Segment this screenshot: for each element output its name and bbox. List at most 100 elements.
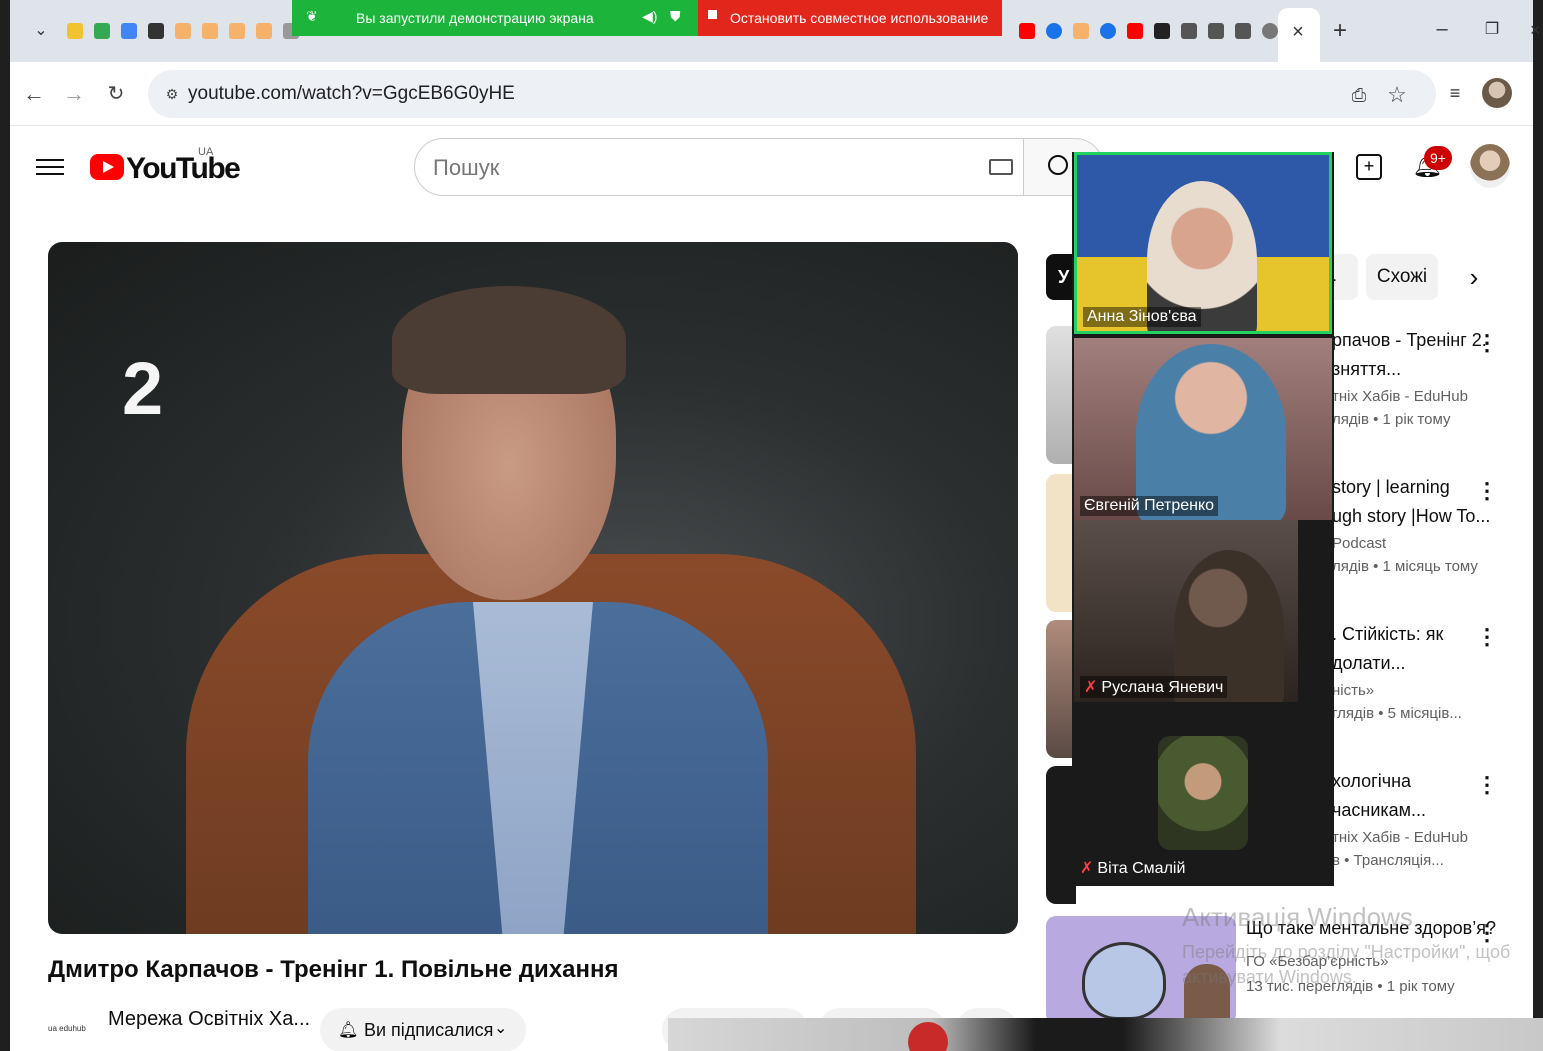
stop-sharing-button[interactable]: Остановить совместное использование — [698, 0, 1002, 36]
mic-muted-icon: ✗ — [1080, 860, 1094, 877]
participant-video — [1136, 344, 1286, 520]
rec-meta: глядів • 5 місяців... — [1332, 705, 1462, 722]
brain-cartoon — [1082, 942, 1166, 1020]
rec-title: зняття... — [1332, 359, 1402, 379]
hamburger-menu-icon[interactable] — [36, 154, 64, 180]
site-settings-icon[interactable]: ⚙ — [160, 82, 184, 106]
participant-name: Віта Смалій — [1097, 860, 1186, 877]
more-vert-icon[interactable]: ⋮ — [1476, 772, 1498, 798]
tab-favicon[interactable] — [62, 18, 88, 44]
tab-favicon[interactable] — [1095, 18, 1121, 44]
search-placeholder: Пошук — [433, 155, 500, 180]
rec-item[interactable]: story | learning ugh story |How To... Po… — [1332, 473, 1492, 575]
profile-avatar[interactable] — [1482, 78, 1512, 108]
participant-tile[interactable]: Анна Зінов'єва — [1074, 152, 1332, 334]
close-window-icon[interactable]: × — [1530, 18, 1543, 42]
rec-title: story | learning — [1332, 477, 1450, 497]
pinned-tabs-right — [1014, 18, 1283, 44]
video-overlay-number: 2 — [122, 347, 164, 430]
rec-item[interactable]: . Стійкість: як долати... ність» глядів … — [1332, 620, 1492, 722]
rec-title: . Стійкість: як — [1332, 624, 1444, 644]
bank-icon[interactable] — [1176, 18, 1202, 44]
tab-favicon[interactable] — [116, 18, 142, 44]
tab-favicon[interactable] — [1041, 18, 1067, 44]
youtube-play-icon — [90, 154, 124, 180]
tab-favicon[interactable] — [224, 18, 250, 44]
rec-meta: в • Трансляція... — [1332, 852, 1444, 869]
tab-close-icon[interactable]: × — [1284, 18, 1312, 46]
youtube-favicon[interactable] — [1122, 18, 1148, 44]
participant-avatar — [1158, 736, 1248, 850]
notification-badge: 9+ — [1424, 146, 1452, 170]
tab-favicon[interactable] — [1149, 18, 1175, 44]
reading-list-icon[interactable]: ≡ — [1442, 80, 1468, 106]
more-vert-icon[interactable]: ⋮ — [1476, 330, 1498, 356]
browser-toolbar: ← → ↻ ⚙ youtube.com/watch?v=GgcEB6G0yHE … — [10, 62, 1533, 126]
tab-favicon[interactable] — [251, 18, 277, 44]
account-avatar[interactable] — [1470, 144, 1510, 188]
video-title: Дмитро Карпачов - Тренінг 1. Повільне ди… — [48, 956, 619, 983]
participant-tile[interactable]: ✗ Руслана Яневич — [1074, 520, 1298, 702]
rec-title: хологічна — [1332, 771, 1412, 791]
tab-favicon[interactable] — [197, 18, 223, 44]
subscribed-label: Ви підписалися — [364, 1020, 494, 1040]
create-video-icon[interactable]: + — [1356, 154, 1382, 180]
rec-title: рпачов - Тренінг 2. — [1332, 330, 1487, 350]
shield-icon[interactable]: ⛊ — [670, 8, 681, 25]
rec-item[interactable]: хологічна часникам... тніх Хабів - EduHu… — [1332, 767, 1492, 869]
chip-similar[interactable]: Схожі — [1366, 254, 1438, 300]
participant-name: Руслана Яневич — [1101, 679, 1224, 696]
tab-favicon[interactable] — [89, 18, 115, 44]
bookmark-star-icon[interactable]: ☆ — [1384, 82, 1410, 108]
keyboard-icon[interactable] — [989, 159, 1013, 175]
participant-name-row: ✗ Віта Смалій — [1080, 858, 1185, 878]
rec-channel: тніх Хабів - EduHub — [1332, 829, 1468, 846]
channel-name[interactable]: Мережа Освітніх Ха... — [108, 1008, 310, 1031]
rec-meta: лядів • 1 рік тому — [1332, 411, 1451, 428]
stop-sharing-label: Остановить совместное использование — [730, 10, 989, 26]
tab-search-icon[interactable]: ⌄ — [28, 18, 54, 44]
desktop-edge — [0, 0, 10, 1051]
forward-arrow-icon[interactable]: → — [60, 80, 88, 108]
speaker-icon[interactable]: ◀) — [642, 8, 657, 25]
install-app-icon[interactable]: ⎙ — [1346, 82, 1372, 108]
leaf-icon: ❦ — [306, 8, 318, 24]
more-vert-icon[interactable]: ⋮ — [1476, 478, 1498, 504]
rec-title: ugh story |How To... — [1332, 506, 1491, 526]
bank-icon[interactable] — [1203, 18, 1229, 44]
participant-name-row: ✗ Руслана Яневич — [1080, 676, 1228, 698]
chevron-right-icon[interactable]: › — [1460, 264, 1488, 292]
tab-favicon[interactable] — [1068, 18, 1094, 44]
video-player[interactable]: 2 — [48, 242, 1018, 934]
rec-item[interactable]: рпачов - Тренінг 2. зняття... тніх Хабів… — [1332, 326, 1492, 428]
screen-share-banner: ❦ Вы запустили демонстрацию экрана ◀) ⛊ — [292, 0, 698, 36]
search-input[interactable]: Пошук — [414, 138, 1024, 196]
tab-favicon[interactable] — [143, 18, 169, 44]
channel-avatar[interactable]: ua eduhub — [48, 1014, 92, 1044]
bell-icon: 🔔︎ — [338, 1022, 359, 1039]
restore-icon[interactable]: ❐ — [1480, 18, 1504, 42]
screen-share-status: Вы запустили демонстрацию экрана — [356, 10, 594, 26]
rec-title: часникам... — [1332, 800, 1427, 820]
country-code: UA — [198, 146, 214, 158]
new-tab-button[interactable]: + — [1326, 18, 1354, 46]
chevron-down-icon: ⌄ — [494, 1020, 508, 1037]
participant-tile[interactable]: Євгеній Петренко — [1074, 338, 1332, 520]
search-icon — [1048, 155, 1068, 175]
bank-icon[interactable] — [1230, 18, 1256, 44]
rec-channel: Podcast — [1332, 535, 1387, 552]
tab-favicon[interactable] — [170, 18, 196, 44]
reload-icon[interactable]: ↻ — [102, 80, 130, 108]
back-arrow-icon[interactable]: ← — [20, 80, 48, 108]
red-object — [908, 1022, 948, 1051]
youtube-logo[interactable]: YouTube UA — [90, 146, 241, 186]
subscribed-button[interactable]: 🔔︎ Ви підписалися ⌄ — [320, 1008, 526, 1051]
minimize-icon[interactable]: – — [1430, 18, 1454, 42]
rec-meta: лядів • 1 місяць тому — [1332, 558, 1478, 575]
url-text[interactable]: youtube.com/watch?v=GgcEB6G0yHE — [188, 83, 515, 105]
rec-title: долати... — [1332, 653, 1406, 673]
rec-channel: ність» — [1332, 682, 1375, 699]
youtube-favicon[interactable] — [1014, 18, 1040, 44]
more-vert-icon[interactable]: ⋮ — [1476, 624, 1498, 650]
address-bar[interactable]: ⚙ youtube.com/watch?v=GgcEB6G0yHE ⎙ ☆ — [148, 70, 1436, 118]
